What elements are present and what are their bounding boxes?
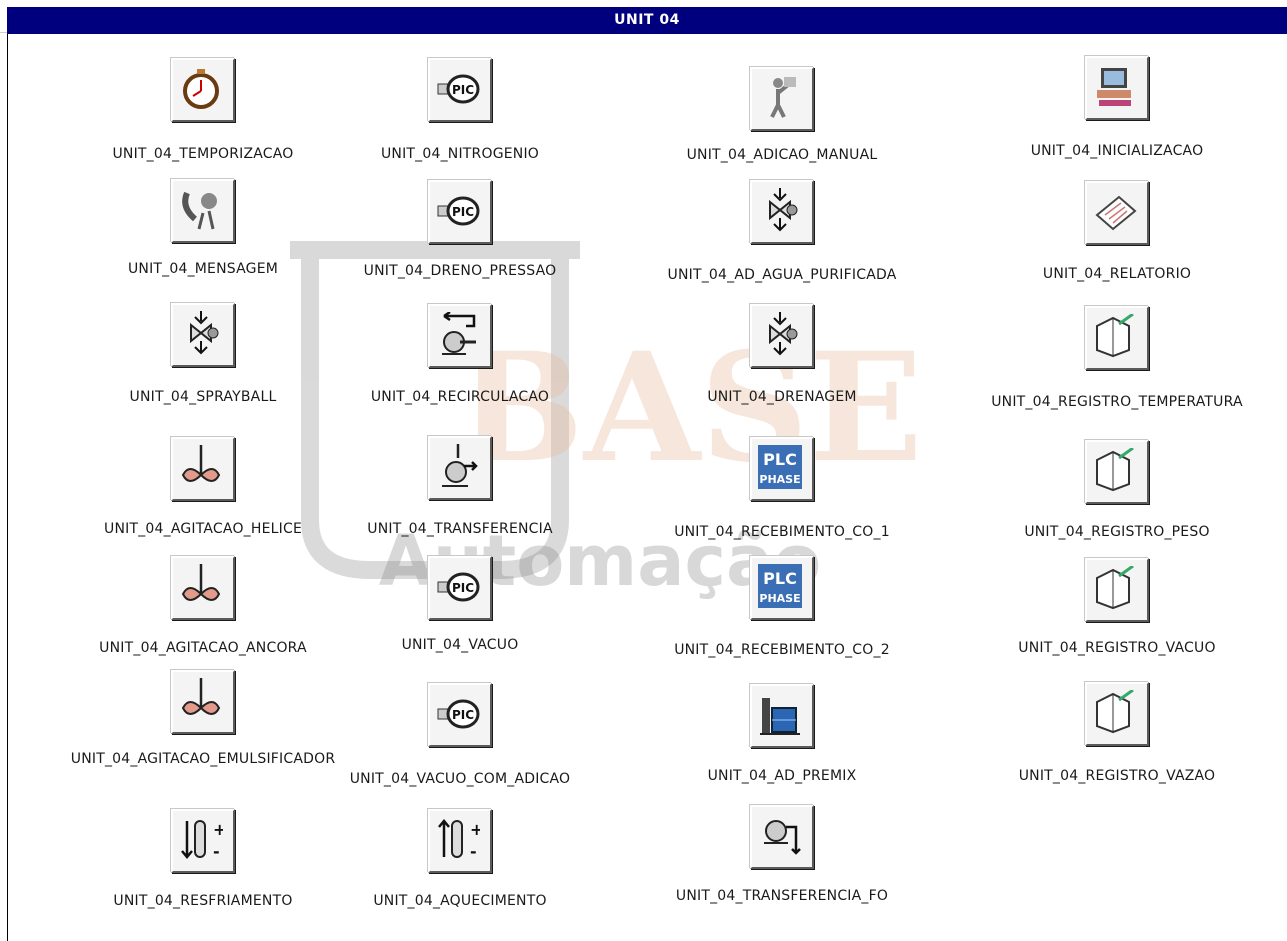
svg-text:+: + [213, 820, 223, 839]
svg-text:-: - [213, 842, 220, 861]
heating-thermometer-button[interactable]: + - [428, 809, 492, 873]
unit-item-label: UNIT_04_TRANSFERENCIA_FO [675, 888, 889, 904]
unit-item-unit-04-aquecimento[interactable]: + - UNIT_04_AQUECIMENTO [290, 0, 630, 941]
transfer-out-button[interactable] [750, 805, 814, 869]
svg-text:-: - [470, 842, 477, 861]
unit-item-unit-04-transferencia-fo[interactable]: UNIT_04_TRANSFERENCIA_FO [612, 0, 952, 941]
cooling-thermometer-button[interactable]: + - [171, 809, 235, 873]
registry-book-button[interactable] [1085, 682, 1149, 746]
window-left-border [7, 34, 8, 941]
unit-item-label: UNIT_04_AQUECIMENTO [373, 893, 547, 909]
svg-text:+: + [470, 820, 480, 839]
cooling-thermometer-icon: +- [181, 820, 223, 861]
registry-book-icon [1096, 690, 1134, 734]
unit-item-unit-04-registro-vazao[interactable]: UNIT_04_REGISTRO_VAZAO [947, 0, 1287, 941]
unit-item-label: UNIT_04_REGISTRO_VAZAO [1018, 768, 1216, 784]
heating-thermometer-icon: +- [438, 819, 480, 861]
transfer-out-icon [764, 820, 801, 855]
